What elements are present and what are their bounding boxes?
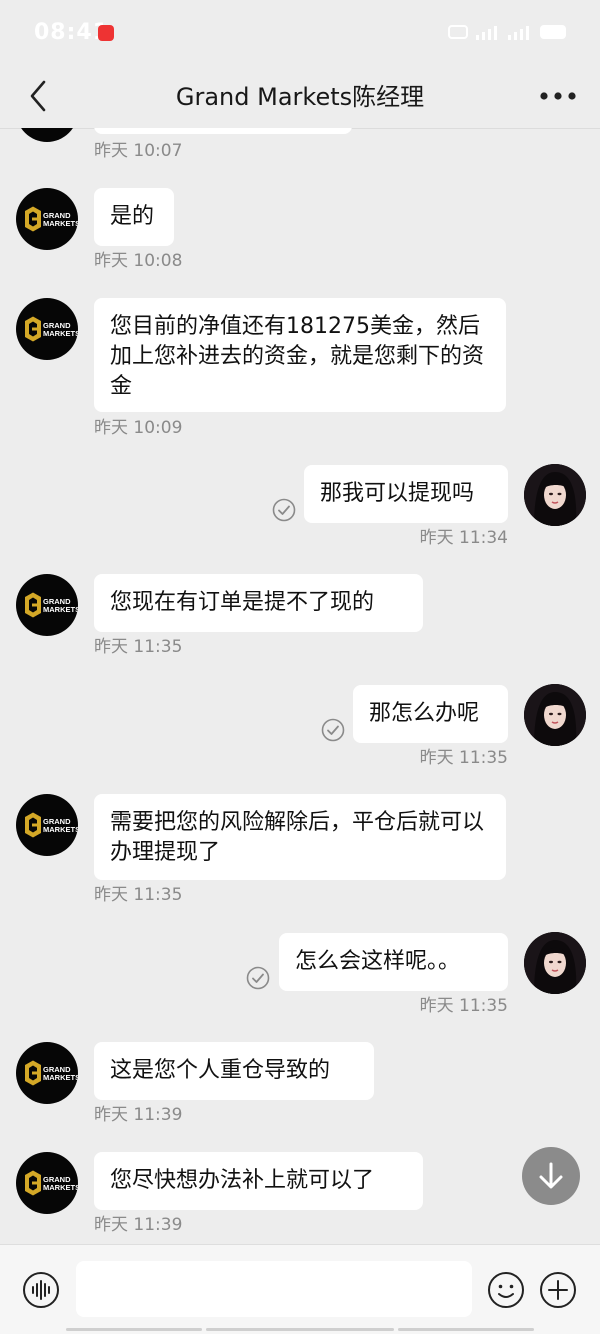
message-bubble[interactable]: 需要把您的风险解除后，平仓后就可以办理提现了	[94, 794, 506, 880]
message-timestamp: 昨天 10:07	[94, 141, 183, 161]
message-timestamp: 昨天 11:39	[94, 1215, 183, 1235]
user-photo-icon	[524, 464, 586, 526]
contact-avatar[interactable]: GRAND MARKETS	[16, 298, 78, 360]
logo-text-markets: MARKETS	[43, 825, 78, 834]
message-timestamp: 昨天 11:35	[419, 748, 508, 768]
user-photo-icon	[524, 684, 586, 746]
grand-markets-logo-icon: GRAND MARKETS	[25, 206, 78, 232]
grand-markets-logo-icon: GRAND MARKETS	[25, 1060, 78, 1086]
user-avatar[interactable]	[524, 464, 586, 526]
hd-icon	[448, 25, 468, 39]
voice-button[interactable]	[22, 1271, 60, 1309]
message-list[interactable]: 昨天 10:07 GRAND MARKETS 是的 昨天 10:08 GRAND…	[0, 128, 600, 1244]
more-actions-button[interactable]	[539, 1271, 577, 1309]
message-timestamp: 昨天 11:34	[419, 528, 508, 548]
message-bubble[interactable]: 怎么会这样呢。。	[279, 933, 508, 991]
logo-text-markets: MARKETS	[43, 1073, 78, 1082]
logo-text-markets: MARKETS	[43, 329, 78, 338]
grand-markets-logo-icon: GRAND MARKETS	[25, 316, 78, 342]
check-circle-icon	[272, 498, 296, 522]
message-bubble[interactable]: 那我可以提现吗	[304, 465, 508, 523]
emoji-icon	[488, 1272, 524, 1308]
message-input[interactable]	[76, 1261, 472, 1317]
grand-markets-logo-icon: GRAND MARKETS	[25, 1170, 78, 1196]
message-bubble[interactable]	[94, 128, 352, 134]
message-timestamp: 昨天 11:39	[94, 1105, 183, 1125]
arrow-down-icon	[539, 1162, 563, 1189]
logo-text-markets: MARKETS	[43, 605, 78, 614]
check-circle-icon	[246, 966, 270, 990]
chat-header: Grand Markets陈经理	[0, 64, 600, 129]
emoji-button[interactable]	[487, 1271, 525, 1309]
logo-text-markets: MARKETS	[43, 219, 78, 228]
message-timestamp: 昨天 11:35	[94, 637, 183, 657]
message-bubble[interactable]: 是的	[94, 188, 174, 246]
status-bar: 08:41	[0, 0, 600, 64]
plus-icon	[540, 1272, 576, 1308]
app-notification-icon	[98, 25, 114, 41]
signal-icon	[476, 24, 500, 40]
contact-avatar[interactable]: GRAND MARKETS	[16, 1152, 78, 1214]
contact-avatar[interactable]: GRAND MARKETS	[16, 188, 78, 250]
contact-avatar[interactable]: GRAND MARKETS	[16, 574, 78, 636]
grand-markets-logo-icon: GRAND MARKETS	[25, 592, 78, 618]
user-avatar[interactable]	[524, 684, 586, 746]
more-button[interactable]	[538, 78, 578, 114]
contact-avatar[interactable]	[16, 128, 78, 142]
contact-avatar[interactable]: GRAND MARKETS	[16, 794, 78, 856]
signal-icon	[508, 24, 532, 40]
grand-markets-logo-icon: GRAND MARKETS	[25, 812, 78, 838]
user-avatar[interactable]	[524, 932, 586, 994]
message-bubble[interactable]: 这是您个人重仓导致的	[94, 1042, 374, 1100]
message-bubble[interactable]: 您现在有订单是提不了现的	[94, 574, 423, 632]
scroll-to-bottom-button[interactable]	[522, 1147, 580, 1205]
message-timestamp: 昨天 10:09	[94, 418, 183, 438]
chat-title: Grand Markets陈经理	[175, 83, 425, 111]
message-timestamp: 昨天 10:08	[94, 251, 183, 271]
status-icons	[448, 24, 566, 40]
check-circle-icon	[321, 718, 345, 742]
message-timestamp: 昨天 11:35	[419, 996, 508, 1016]
contact-avatar[interactable]: GRAND MARKETS	[16, 1042, 78, 1104]
more-dots-icon	[540, 92, 576, 100]
battery-icon	[540, 25, 566, 39]
input-bar	[0, 1244, 600, 1334]
message-timestamp: 昨天 11:35	[94, 885, 183, 905]
message-bubble[interactable]: 那怎么办呢	[353, 685, 508, 743]
home-indicator	[0, 1326, 600, 1333]
message-bubble[interactable]: 您尽快想办法补上就可以了	[94, 1152, 423, 1210]
message-bubble[interactable]: 您目前的净值还有181275美金，然后加上您补进去的资金，就是您剩下的资金	[94, 298, 506, 412]
voice-icon	[23, 1272, 59, 1308]
logo-text-markets: MARKETS	[43, 1183, 78, 1192]
user-photo-icon	[524, 932, 586, 994]
